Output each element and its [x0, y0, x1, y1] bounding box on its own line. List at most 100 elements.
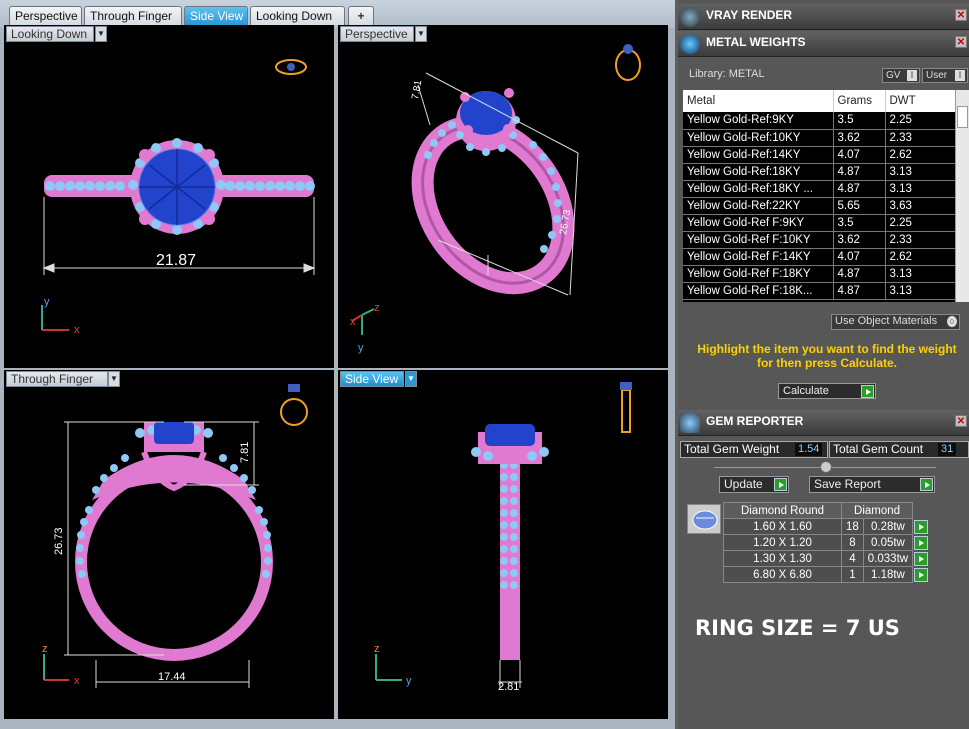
table-row[interactable]: Yellow Gold-Ref F:14KY 4.07 2.62 — [683, 248, 956, 266]
update-button[interactable]: Update — [719, 476, 789, 493]
tab-perspective[interactable]: Perspective — [9, 6, 82, 25]
table-cell: Yellow Gold-Ref:10KY — [683, 129, 834, 147]
vray-title: VRAY RENDER — [706, 8, 793, 22]
table-cell: Yellow Gold-Ref:18KY — [683, 163, 834, 181]
table-cell: 3.5 — [833, 112, 886, 130]
calculate-button[interactable]: Calculate — [778, 383, 876, 399]
close-icon[interactable]: ✕ — [955, 9, 967, 21]
select-gem-button[interactable] — [914, 567, 929, 582]
table-cell: 3.5 — [833, 214, 886, 232]
table-row[interactable]: Yellow Gold-Ref F:18K... 4.87 3.13 — [683, 282, 956, 300]
table-cell: 4.87 — [833, 163, 886, 181]
svg-text:z: z — [42, 643, 48, 655]
ring-size-label: RING SIZE = 7 US — [695, 616, 900, 640]
save-report-button[interactable]: Save Report — [809, 476, 935, 493]
viewport-side-view[interactable]: 2.81 z y Side View ▼ — [338, 370, 668, 719]
diamond-round-icon — [687, 504, 721, 534]
metal-weights-title: METAL WEIGHTS — [706, 35, 806, 49]
table-cell: 4.87 — [833, 282, 886, 300]
table-cell: Yellow Gold-Ref:14KY — [683, 146, 834, 164]
ring-thumbnail-icon — [275, 59, 307, 75]
chevron-down-icon[interactable]: ▼ — [95, 26, 107, 42]
table-cell: 4.07 — [833, 248, 886, 266]
column-header[interactable]: DWT — [885, 90, 956, 112]
table-cell: 3.13 — [885, 282, 956, 300]
add-tab-button[interactable]: + — [348, 6, 374, 25]
gem-slider-handle[interactable] — [820, 461, 832, 473]
table-cell: 3.13 — [885, 163, 956, 181]
gem-cell: 1.30 X 1.30 — [723, 550, 842, 567]
close-icon[interactable]: ✕ — [955, 36, 967, 48]
table-cell: 3.13 — [885, 265, 956, 283]
table-cell: Yellow Gold-Ref:22KY — [683, 197, 834, 215]
viewport-perspective[interactable]: 7.81 26.73 z x y Perspective ▼ — [338, 25, 668, 368]
metal-weights-instructions: Highlight the item you want to find the … — [697, 342, 957, 370]
table-cell: 3.63 — [885, 197, 956, 215]
svg-text:x: x — [74, 675, 80, 687]
chevron-down-icon[interactable]: ▼ — [415, 26, 427, 42]
library-label: Library: METAL — [689, 68, 765, 80]
tab-through-finger[interactable]: Through Finger — [84, 6, 182, 25]
gem-cell: 1 — [841, 566, 864, 583]
metal-table-header: Metal Grams DWT — [683, 90, 956, 112]
vray-icon — [680, 7, 700, 27]
vray-render-header[interactable]: VRAY RENDER ✕ — [678, 4, 969, 30]
metal-weights-header[interactable]: METAL WEIGHTS ✕ — [678, 31, 969, 57]
viewport-label-perspective[interactable]: Perspective — [340, 26, 414, 42]
table-cell: 4.07 — [833, 146, 886, 164]
table-row[interactable]: Yellow Gold-Ref:22KY 5.65 3.63 — [683, 197, 956, 215]
ring-thumbnail-icon — [615, 44, 641, 81]
metal-weights-icon — [680, 34, 700, 54]
chevron-down-icon[interactable]: ▼ — [108, 371, 120, 387]
gem-reporter-header[interactable]: GEM REPORTER ✕ — [678, 410, 969, 436]
table-row[interactable]: Yellow Gold-Ref F:10KY 3.62 2.33 — [683, 231, 956, 249]
column-header[interactable]: Metal — [683, 90, 834, 112]
select-gem-button[interactable] — [914, 535, 929, 550]
gem-row: 6.80 X 6.80 1 1.18tw — [723, 566, 929, 583]
svg-text:y: y — [44, 296, 50, 308]
viewport-label-through-finger[interactable]: Through Finger — [6, 371, 108, 387]
table-row[interactable]: Yellow Gold-Ref F:9KY 3.5 2.25 — [683, 214, 956, 232]
gem-reporter-icon — [680, 413, 700, 433]
table-cell: 4.87 — [833, 265, 886, 283]
table-cell: 3.62 — [833, 231, 886, 249]
close-icon[interactable]: ✕ — [955, 415, 967, 427]
user-toggle[interactable]: User I — [922, 68, 968, 83]
viewport-label-looking-down[interactable]: Looking Down — [6, 26, 94, 42]
column-header[interactable]: Grams — [833, 90, 886, 112]
select-gem-button[interactable] — [914, 519, 929, 534]
chevron-down-icon[interactable]: ▼ — [405, 371, 417, 387]
table-row[interactable]: Yellow Gold-Ref:9KY 3.5 2.25 — [683, 112, 956, 130]
viewport-through-finger[interactable]: 26.73 7.81 17.44 z x Through Finger ▼ — [4, 370, 334, 719]
table-row[interactable]: Yellow Gold-Ref F:18KY 4.87 3.13 — [683, 265, 956, 283]
tab-looking-down[interactable]: Looking Down — [250, 6, 345, 25]
svg-text:x: x — [74, 324, 80, 336]
table-row[interactable]: Yellow Gold-Ref:18KY ... 4.87 3.13 — [683, 180, 956, 198]
table-cell: 2.33 — [885, 231, 956, 249]
table-cell: 4.87 — [833, 180, 886, 198]
tab-side-view[interactable]: Side View — [184, 6, 248, 25]
table-cell: Yellow Gold-Ref F:18KY — [683, 265, 834, 283]
gem-cell: 1.18tw — [862, 566, 914, 583]
column-header: Diamond Round — [723, 502, 842, 519]
use-object-materials-button[interactable]: Use Object Materials ○ — [831, 314, 960, 330]
side-view-render: 2.81 z y — [374, 382, 632, 693]
gem-cell: 1.60 X 1.60 — [723, 518, 842, 535]
table-row[interactable]: Yellow Gold-Ref:10KY 3.62 2.33 — [683, 129, 956, 147]
table-row[interactable]: Yellow Gold-Ref:18KY 4.87 3.13 — [683, 163, 956, 181]
viewport-looking-down[interactable]: 21.87 y x Looking Down ▼ — [4, 25, 334, 368]
gem-cell: 4 — [841, 550, 864, 567]
table-cell: Yellow Gold-Ref F:14KY — [683, 248, 834, 266]
gem-cell: 0.28tw — [862, 518, 914, 535]
gem-row: 1.60 X 1.60 18 0.28tw — [723, 518, 929, 535]
select-gem-button[interactable] — [914, 551, 929, 566]
metal-table-scrollbar[interactable] — [955, 90, 969, 302]
gv-toggle[interactable]: GV I — [882, 68, 920, 83]
gem-row: 1.30 X 1.30 4 0.033tw — [723, 550, 929, 567]
table-row[interactable]: Yellow Gold-Ref:14KY 4.07 2.62 — [683, 146, 956, 164]
viewport-label-side-view[interactable]: Side View — [340, 371, 404, 387]
through-finger-render: 26.73 7.81 17.44 z x — [42, 384, 308, 688]
column-header: Diamond — [840, 502, 914, 519]
table-cell: 2.33 — [885, 129, 956, 147]
table-cell: Yellow Gold-Ref F:10KY — [683, 231, 834, 249]
